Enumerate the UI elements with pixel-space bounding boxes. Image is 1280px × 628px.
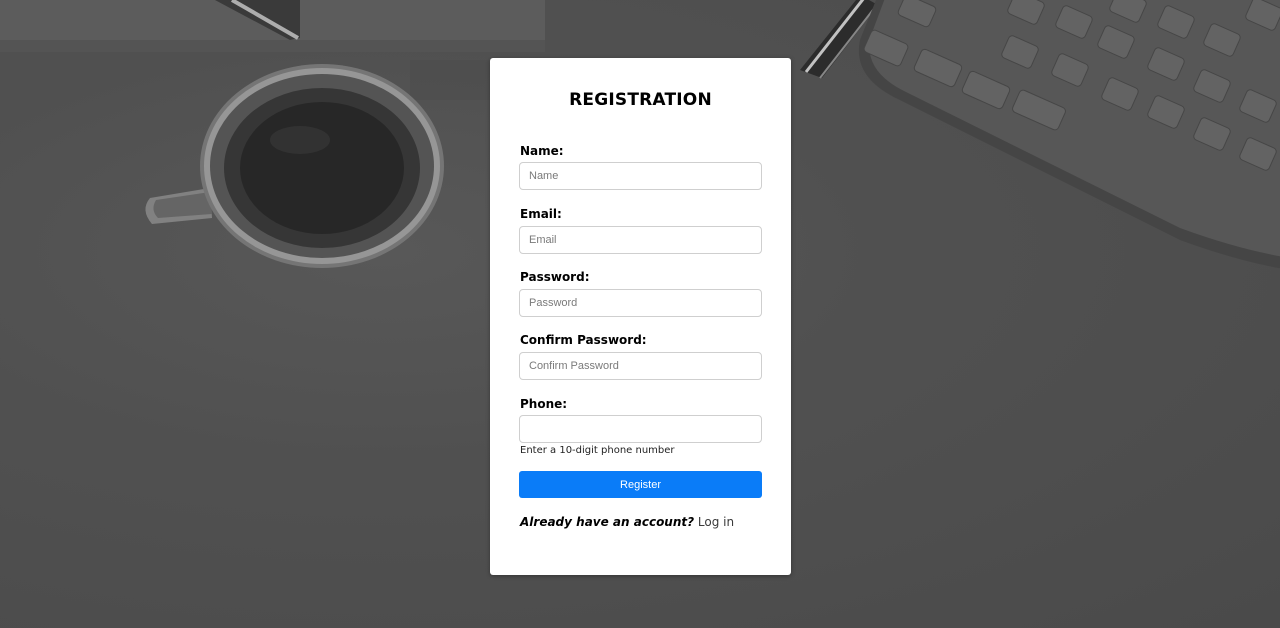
login-link[interactable]: Log in: [698, 515, 734, 529]
email-input[interactable]: [519, 226, 762, 254]
phone-label: Phone:: [520, 397, 568, 411]
confirm-password-label: Confirm Password:: [520, 333, 647, 347]
registration-card: REGISTRATION Name: Email: Password: Conf…: [490, 58, 791, 575]
confirm-password-input[interactable]: [519, 352, 762, 380]
name-input[interactable]: [519, 162, 762, 190]
password-label: Password:: [520, 270, 590, 284]
login-question: Already have an account?: [520, 515, 695, 529]
phone-input[interactable]: [519, 415, 762, 443]
email-label: Email:: [520, 207, 562, 221]
form-title: REGISTRATION: [569, 90, 712, 110]
password-input[interactable]: [519, 289, 762, 317]
name-label: Name:: [520, 144, 564, 158]
login-prompt: Already have an account? Log in: [520, 515, 734, 529]
phone-hint: Enter a 10-digit phone number: [520, 445, 675, 456]
register-button[interactable]: Register: [519, 471, 762, 498]
